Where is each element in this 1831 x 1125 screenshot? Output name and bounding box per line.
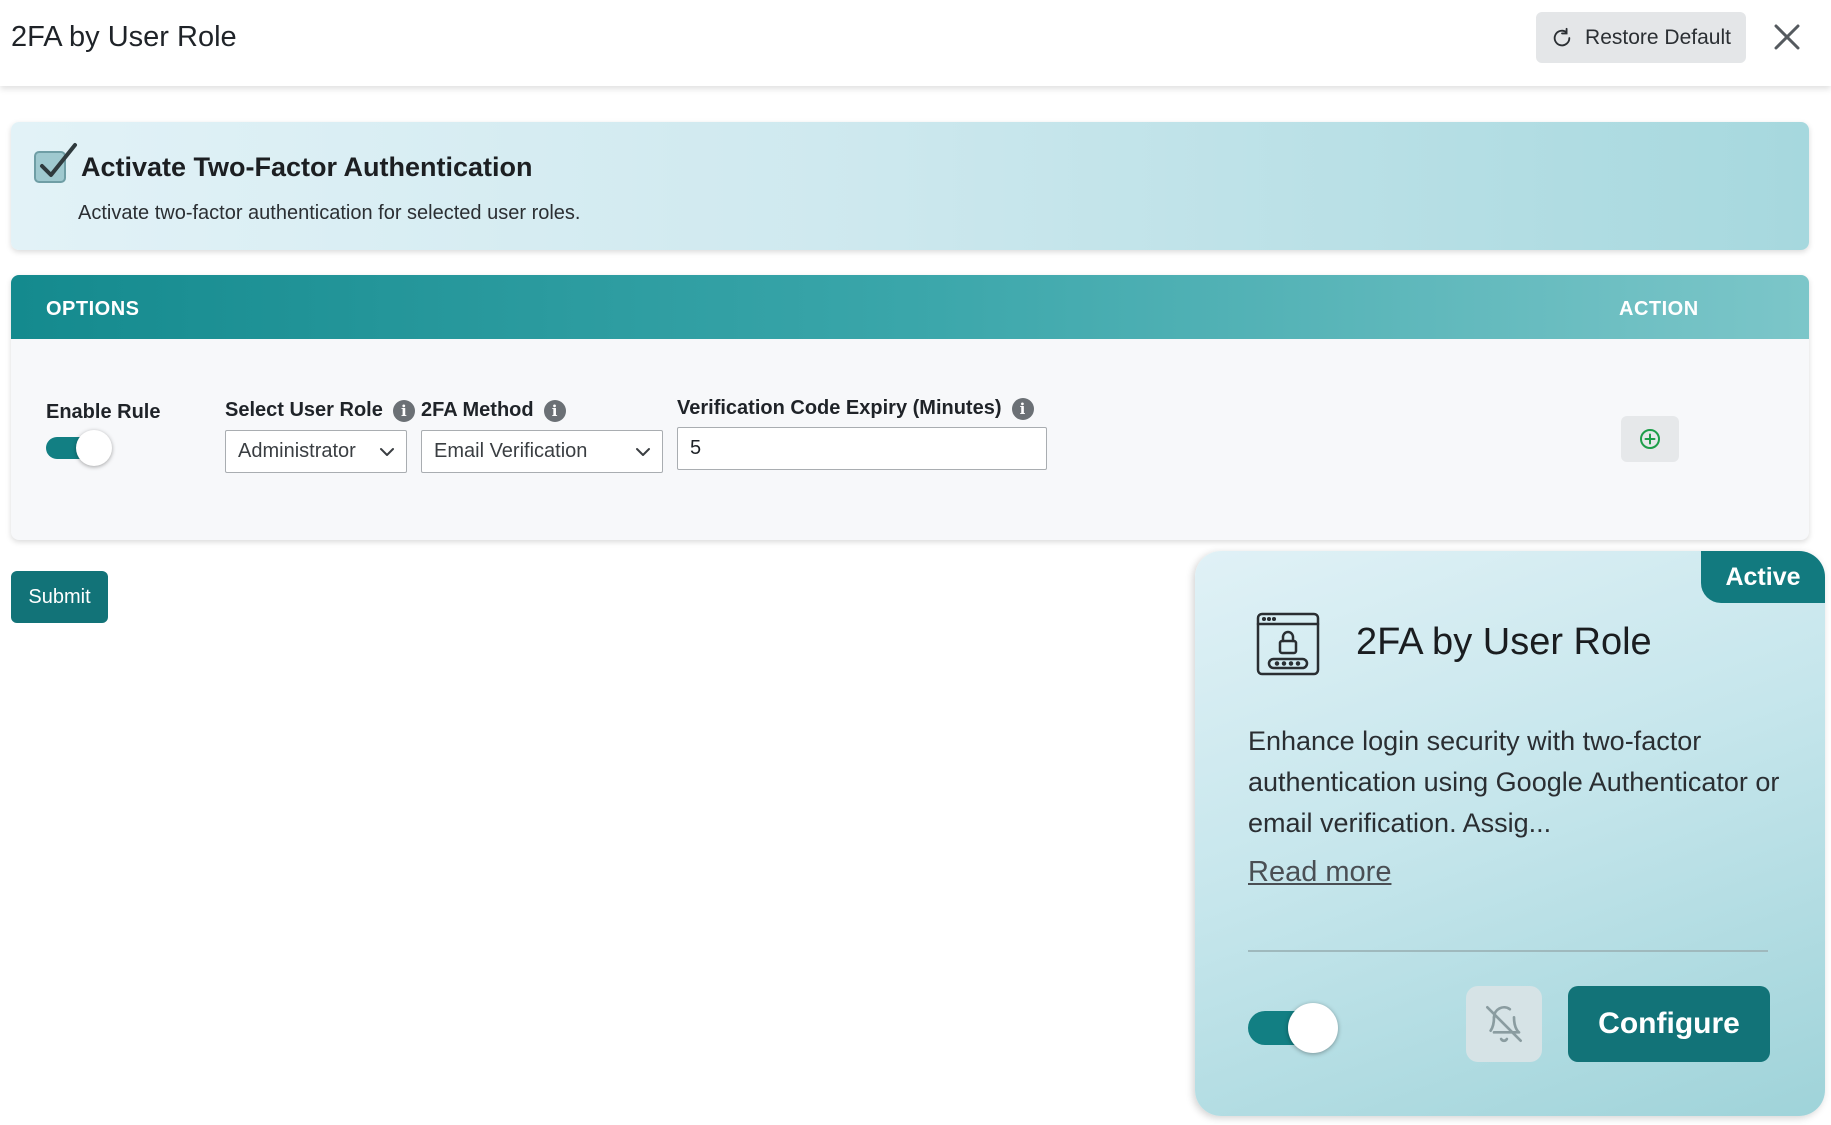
info-icon[interactable]: i: [392, 399, 415, 422]
options-table-header: OPTIONS ACTION: [11, 275, 1809, 339]
method-label: 2FA Method i: [421, 399, 566, 422]
notifications-button[interactable]: [1466, 986, 1542, 1062]
page-header: 2FA by User Role Restore Default: [0, 0, 1831, 86]
enable-rule-text: Enable Rule: [46, 401, 161, 423]
user-role-select[interactable]: Administrator: [225, 430, 407, 473]
info-icon[interactable]: i: [543, 399, 566, 422]
lock-window-icon: [1256, 612, 1320, 676]
options-table: OPTIONS ACTION Enable Rule Select User R…: [11, 275, 1809, 540]
toggle-knob: [1288, 1003, 1338, 1053]
close-icon: [1774, 24, 1800, 50]
column-header-options: OPTIONS: [46, 298, 140, 320]
restore-default-button[interactable]: Restore Default: [1536, 12, 1746, 63]
feature-toggle[interactable]: [1248, 1001, 1348, 1055]
restore-default-label: Restore Default: [1585, 25, 1731, 49]
user-role-label: Select User Role i: [225, 399, 415, 422]
info-icon[interactable]: i: [1011, 397, 1034, 420]
read-more-link[interactable]: Read more: [1248, 856, 1391, 889]
method-value: Email Verification: [434, 440, 588, 462]
column-header-action: ACTION: [1619, 298, 1699, 320]
toggle-knob: [76, 430, 112, 466]
activate-2fa-banner: Activate Two-Factor Authentication Activ…: [11, 122, 1809, 250]
chevron-down-icon: [380, 448, 394, 456]
divider: [1248, 950, 1768, 952]
expiry-text: Verification Code Expiry (Minutes): [677, 397, 1002, 419]
enable-rule-label: Enable Rule: [46, 401, 160, 424]
feature-description: Enhance login security with two-factor a…: [1248, 726, 1780, 838]
user-role-text: Select User Role: [225, 399, 383, 421]
method-select[interactable]: Email Verification: [421, 430, 663, 473]
user-role-value: Administrator: [238, 440, 356, 462]
checkbox-icon[interactable]: [33, 142, 79, 184]
banner-description: Activate two-factor authentication for s…: [78, 202, 581, 224]
enable-rule-toggle[interactable]: [46, 430, 112, 466]
expiry-label: Verification Code Expiry (Minutes) i: [677, 397, 1034, 420]
status-badge: Active: [1701, 551, 1825, 603]
feature-card: Active 2FA by User Role Enhance login se…: [1195, 551, 1825, 1116]
submit-button[interactable]: Submit: [11, 571, 108, 623]
add-rule-button[interactable]: [1621, 416, 1679, 462]
close-button[interactable]: [1768, 18, 1806, 56]
bell-off-icon: [1486, 1006, 1522, 1043]
method-text: 2FA Method: [421, 399, 534, 421]
configure-button[interactable]: Configure: [1568, 986, 1770, 1062]
banner-title: Activate Two-Factor Authentication: [81, 152, 533, 182]
chevron-down-icon: [636, 448, 650, 456]
feature-title: 2FA by User Role: [1356, 621, 1652, 663]
plus-circle-icon: [1640, 429, 1660, 449]
page-title: 2FA by User Role: [11, 21, 237, 53]
expiry-input[interactable]: [677, 427, 1047, 470]
refresh-icon: [1553, 27, 1571, 46]
